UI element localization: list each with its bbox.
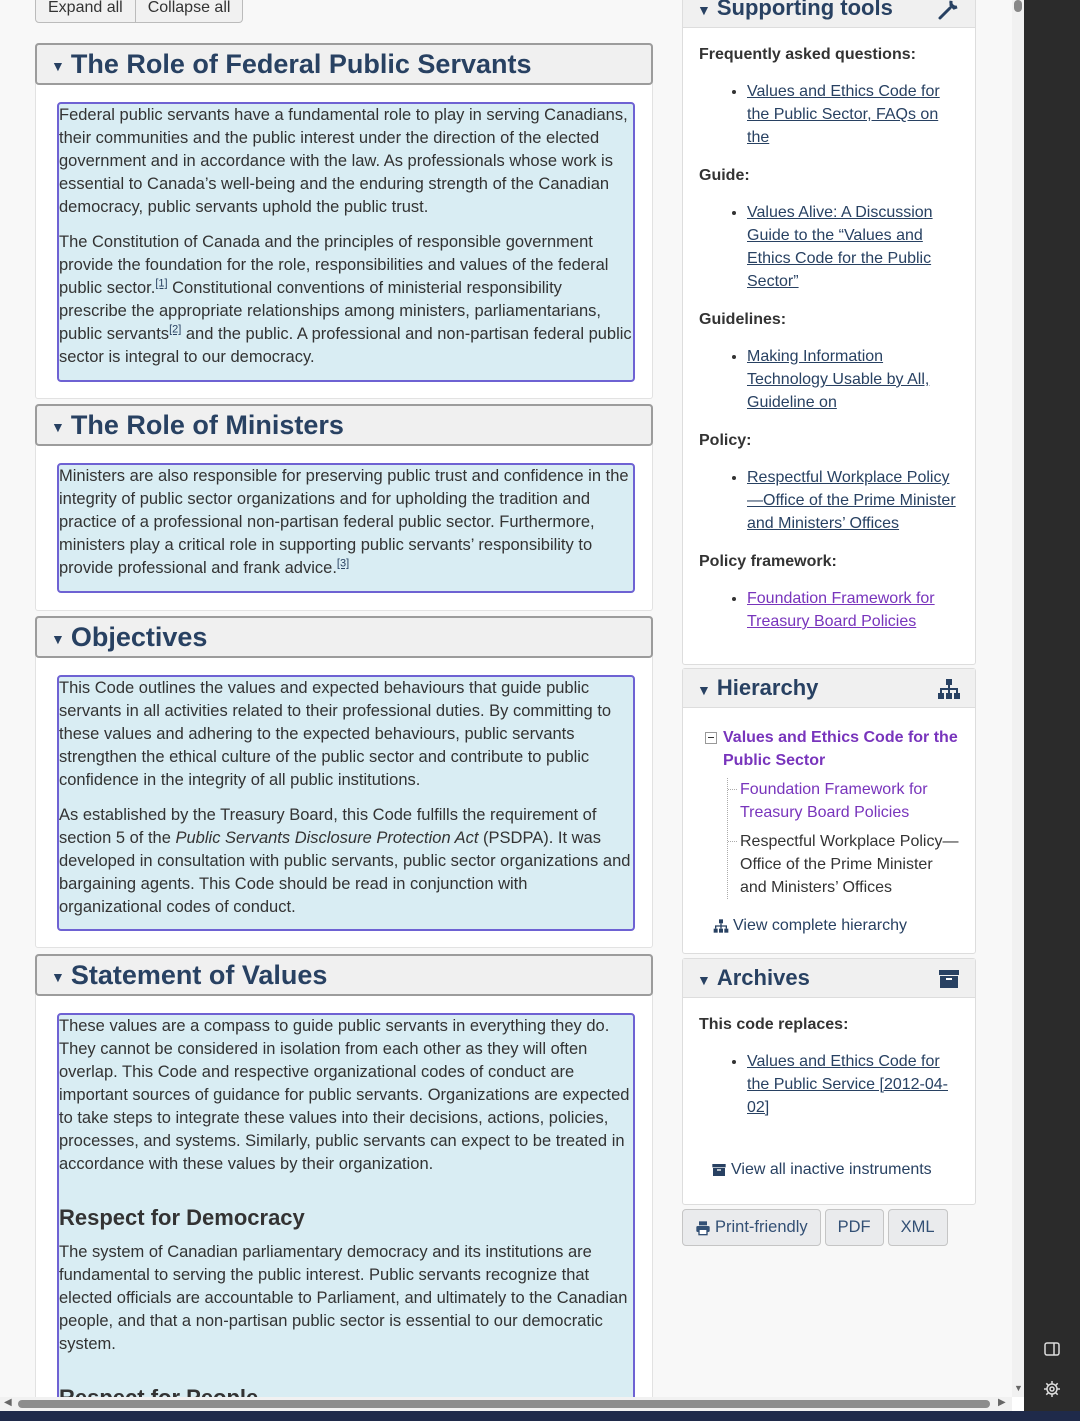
faq-label: Frequently asked questions: <box>699 46 916 63</box>
print-friendly-button[interactable]: Print-friendly <box>682 1209 821 1246</box>
scroll-down-arrow-icon[interactable]: ▼ <box>1014 1383 1023 1393</box>
collapse-all-button[interactable]: Collapse all <box>135 0 244 23</box>
tree-root-label: Values and Ethics Code for the Public Se… <box>723 729 958 769</box>
paragraph: Ministers are also responsible for prese… <box>59 467 629 577</box>
print-icon <box>696 1220 710 1235</box>
horizontal-scroll-thumb[interactable] <box>18 1400 990 1408</box>
triangle-down-icon: ▼ <box>51 631 65 647</box>
section-role-public-servants: ▼ The Role of Federal Public Servants Fe… <box>35 43 653 399</box>
footnote-link[interactable]: [1] <box>155 278 167 290</box>
panel-body: Frequently asked questions: Values and E… <box>683 46 975 633</box>
archive-icon <box>712 1164 726 1176</box>
guidelines-link[interactable]: Making Information Technology Usable by … <box>747 348 929 411</box>
panel-title: Hierarchy <box>716 675 819 700</box>
section-content: Federal public servants have a fundament… <box>57 102 635 382</box>
section-title: The Role of Federal Public Servants <box>70 48 532 79</box>
panel-header[interactable]: ▼ Supporting tools <box>683 0 975 28</box>
archived-code-link[interactable]: Values and Ethics Code for the Public Se… <box>747 1053 948 1116</box>
paragraph: This Code outlines the values and expect… <box>59 679 612 789</box>
panel-title: Supporting tools <box>716 0 893 20</box>
panel-body: This code replaces: Values and Ethics Co… <box>683 1016 975 1179</box>
vertical-scrollbar[interactable]: ▼ <box>1012 0 1024 1397</box>
archives-panel: ▼ Archives This code replaces: Values an… <box>682 958 976 1205</box>
hierarchy-panel: ▼ Hierarchy Values and Ethics Code for t… <box>682 668 976 954</box>
taskbar <box>0 1411 1080 1421</box>
triangle-down-icon: ▼ <box>51 969 65 985</box>
section-content: Ministers are also responsible for prese… <box>57 463 635 593</box>
hierarchy-tree: Values and Ethics Code for the Public Se… <box>701 726 959 899</box>
browser-side-strip <box>1024 0 1080 1421</box>
triangle-down-icon: ▼ <box>697 972 711 988</box>
document-actions: Print-friendly PDF XML <box>682 1209 948 1246</box>
section-role-ministers: ▼ The Role of Ministers Ministers are al… <box>35 404 653 611</box>
subsection-heading: Respect for Democracy <box>59 1205 305 1230</box>
tree-child-link[interactable]: Respectful Workplace Policy—Office of th… <box>728 830 959 899</box>
footnote-link[interactable]: [3] <box>337 558 349 570</box>
panel-body: Values and Ethics Code for the Public Se… <box>683 726 975 935</box>
triangle-down-icon: ▼ <box>51 419 65 435</box>
policy-link[interactable]: Respectful Workplace Policy—Office of th… <box>747 469 956 532</box>
supporting-tools-panel: ▼ Supporting tools Frequently asked ques… <box>682 0 976 665</box>
paragraph: As established by the Treasury Board, th… <box>59 806 631 916</box>
view-inactive-link[interactable]: View all inactive instruments <box>711 1161 959 1179</box>
guide-label: Guide: <box>699 167 750 184</box>
paragraph: The Constitution of Canada and the princ… <box>59 233 632 366</box>
framework-label: Policy framework: <box>699 553 837 570</box>
paragraph: Federal public servants have a fundament… <box>59 106 628 216</box>
tree-root: Values and Ethics Code for the Public Se… <box>701 726 959 772</box>
section-header[interactable]: ▼ Statement of Values <box>35 954 653 996</box>
expand-collapse-group: Expand all Collapse all <box>35 0 244 23</box>
view-hierarchy-link[interactable]: View complete hierarchy <box>713 917 959 935</box>
triangle-down-icon: ▼ <box>697 682 711 698</box>
pdf-button[interactable]: PDF <box>824 1209 884 1246</box>
expand-all-button[interactable]: Expand all <box>35 0 136 23</box>
horizontal-scrollbar[interactable]: ◀ ▶ <box>0 1397 1012 1411</box>
tree-children: Foundation Framework for Treasury Board … <box>727 778 959 899</box>
section-title: The Role of Ministers <box>70 409 344 440</box>
triangle-down-icon: ▼ <box>697 2 711 18</box>
section-title: Objectives <box>70 621 208 652</box>
guidelines-label: Guidelines: <box>699 311 787 328</box>
section-title: Statement of Values <box>70 959 328 990</box>
panel-header[interactable]: ▼ Archives <box>683 959 975 998</box>
archive-icon <box>939 970 959 988</box>
section-header[interactable]: ▼ The Role of Ministers <box>35 404 653 446</box>
wrench-icon <box>938 0 958 20</box>
section-statement-of-values: ▼ Statement of Values These values are a… <box>35 954 653 1397</box>
guide-link[interactable]: Values Alive: A Discussion Guide to the … <box>747 204 933 290</box>
scroll-left-arrow-icon[interactable]: ◀ <box>4 1397 12 1408</box>
scroll-right-arrow-icon[interactable]: ▶ <box>998 1397 1006 1408</box>
settings-gear-icon[interactable] <box>1042 1379 1062 1399</box>
sitemap-icon <box>938 679 960 699</box>
subsection-heading: Respect for People <box>59 1386 633 1397</box>
paragraph: The system of Canadian parliamentary dem… <box>59 1243 628 1353</box>
panel-header[interactable]: ▼ Hierarchy <box>683 669 975 708</box>
triangle-down-icon: ▼ <box>51 58 65 74</box>
framework-link[interactable]: Foundation Framework for Treasury Board … <box>747 590 935 630</box>
section-objectives: ▼ Objectives This Code outlines the valu… <box>35 616 653 948</box>
tree-child-link[interactable]: Foundation Framework for Treasury Board … <box>728 778 959 824</box>
tree-minus-icon[interactable] <box>705 732 717 744</box>
replaces-label: This code replaces: <box>699 1016 849 1033</box>
paragraph: These values are a compass to guide publ… <box>59 1017 630 1173</box>
panel-title: Archives <box>716 965 810 990</box>
document-page: Expand all Collapse all ▼ The Role of Fe… <box>0 0 1012 1397</box>
vertical-scroll-thumb[interactable] <box>1014 0 1022 12</box>
section-header[interactable]: ▼ Objectives <box>35 616 653 658</box>
policy-label: Policy: <box>699 432 752 449</box>
faq-link[interactable]: Values and Ethics Code for the Public Se… <box>747 83 940 146</box>
footnote-link[interactable]: [2] <box>169 324 181 336</box>
section-content: These values are a compass to guide publ… <box>57 1013 635 1397</box>
section-content: This Code outlines the values and expect… <box>57 675 635 931</box>
section-header[interactable]: ▼ The Role of Federal Public Servants <box>35 43 653 85</box>
xml-button[interactable]: XML <box>887 1209 948 1246</box>
sitemap-icon <box>713 919 729 933</box>
sidebar-toggle-icon[interactable] <box>1042 1339 1062 1359</box>
